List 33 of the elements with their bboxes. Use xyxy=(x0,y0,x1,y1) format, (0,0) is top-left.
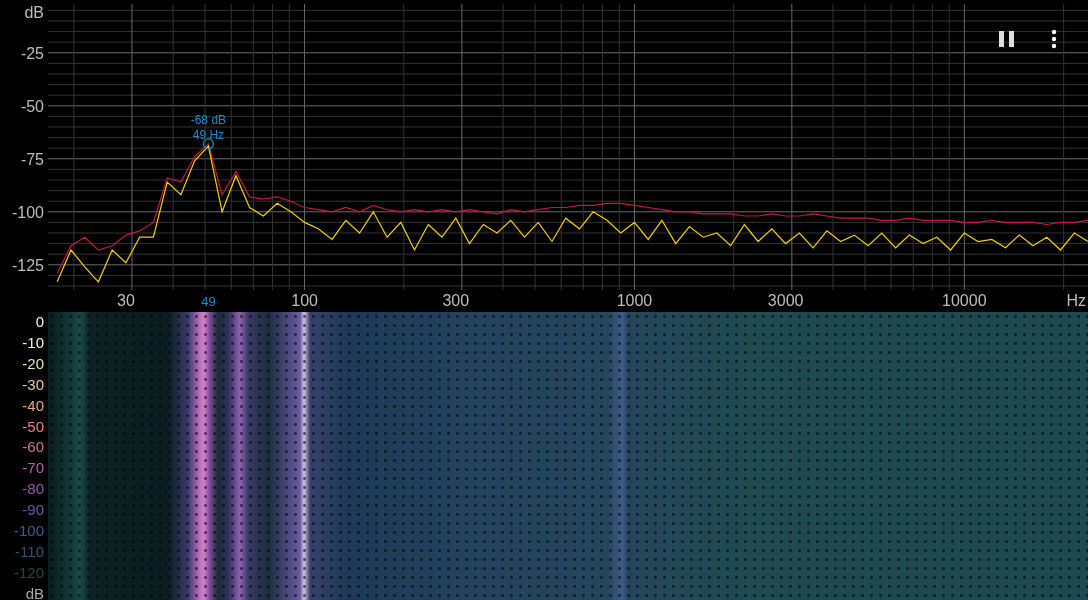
level-scale-label: -110 xyxy=(15,541,44,562)
x-axis-label: 1000 xyxy=(616,292,653,309)
level-scale-label: -60 xyxy=(22,437,44,458)
level-scale-label: 0 xyxy=(35,312,44,332)
x-axis-label: 100 xyxy=(291,292,318,309)
x-axis-label: 3000 xyxy=(767,292,804,309)
level-scale-label: -90 xyxy=(22,500,44,521)
y-axis-label: -75 xyxy=(20,150,44,168)
pause-button[interactable] xyxy=(999,31,1014,47)
peak-frequency-label: 49 Hz xyxy=(192,128,225,142)
level-scale-label: -20 xyxy=(22,353,44,374)
level-scale-label: -50 xyxy=(22,416,44,437)
more-options-icon[interactable] xyxy=(1051,29,1057,49)
level-scale-label: -100 xyxy=(13,521,44,542)
level-scale-label: -30 xyxy=(22,374,44,395)
y-axis-label: -50 xyxy=(20,97,44,115)
x-axis-label: 30 xyxy=(117,292,135,309)
peak-level-label: -68 dB xyxy=(190,113,227,127)
y-axis-unit-label: dB xyxy=(24,4,44,21)
peak-marker-circle xyxy=(202,138,214,150)
y-axis-label: -100 xyxy=(11,203,44,221)
x-axis-label: 300 xyxy=(442,292,470,309)
level-scale-label: -10 xyxy=(22,332,44,353)
x-axis-label: 10000 xyxy=(942,292,987,309)
level-scale-label: -120 xyxy=(13,562,44,583)
peak-frequency-axis-label: 49 xyxy=(201,294,216,309)
y-axis-label: -25 xyxy=(20,44,44,62)
level-scale-label: -40 xyxy=(22,395,44,416)
level-scale-label: -80 xyxy=(22,479,44,500)
x-axis-unit-label: Hz xyxy=(1066,292,1086,309)
level-scale-label: -70 xyxy=(22,458,44,479)
level-unit-label: dB xyxy=(25,583,44,600)
y-axis-label: -125 xyxy=(11,256,44,274)
